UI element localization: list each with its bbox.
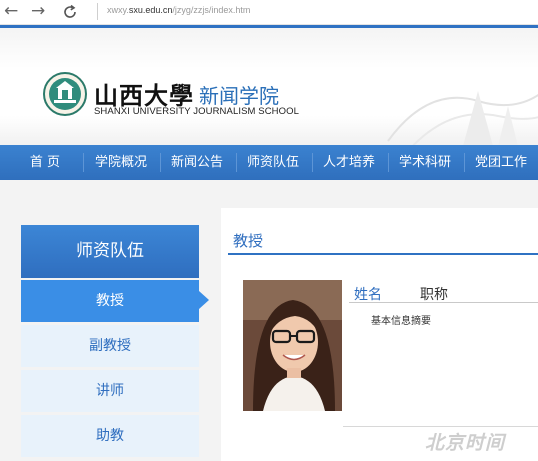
- section-underline: [228, 253, 538, 255]
- nav-faculty[interactable]: 师资队伍: [241, 145, 305, 180]
- nav-separator: [464, 153, 465, 172]
- school-name: 新闻学院: [199, 84, 279, 108]
- address-bar[interactable]: xwxy.sxu.edu.cn/jzyg/zzjs/index.htm: [107, 5, 250, 15]
- nav-separator: [83, 153, 84, 172]
- arrow-left-icon[interactable]: ←: [4, 0, 18, 24]
- url-separator: [97, 3, 98, 20]
- browser-toolbar: ← → xwxy.sxu.edu.cn/jzyg/zzjs/index.htm: [0, 0, 538, 25]
- sidebar-title: 师资队伍: [21, 225, 199, 278]
- sidebar-item-professor[interactable]: 教授: [21, 280, 199, 322]
- header-decoration: [387, 91, 538, 145]
- url-path: /jzyg/zzjs/index.htm: [172, 5, 251, 15]
- info-summary: 基本信息摘要: [371, 316, 431, 327]
- nav-news[interactable]: 新闻公告: [165, 145, 229, 180]
- watermark: 北京时间: [425, 432, 506, 454]
- field-divider: [349, 302, 538, 303]
- nav-separator: [160, 153, 161, 172]
- nav-separator: [312, 153, 313, 172]
- field-name-label[interactable]: 姓名: [354, 284, 382, 304]
- content-divider: [343, 426, 538, 427]
- nav-home[interactable]: 首 页: [14, 145, 76, 180]
- sidebar-item-associate-professor[interactable]: 副教授: [21, 325, 199, 367]
- section-title: 教授: [233, 232, 264, 250]
- nav-separator: [236, 153, 237, 172]
- sidebar-item-assistant[interactable]: 助教: [21, 415, 199, 457]
- arrow-right-icon[interactable]: →: [31, 0, 45, 24]
- url-domain: sxu.edu.cn: [128, 5, 173, 15]
- reload-icon[interactable]: [62, 0, 80, 24]
- nav-research[interactable]: 学术科研: [393, 145, 457, 180]
- active-indicator-arrow: [199, 291, 209, 309]
- university-logo-icon: [43, 72, 87, 116]
- sidebar-item-lecturer[interactable]: 讲师: [21, 370, 199, 412]
- url-prefix: xwxy.: [107, 5, 129, 15]
- nav-separator: [388, 153, 389, 172]
- nav-training[interactable]: 人才培养: [317, 145, 381, 180]
- main-nav: 首 页 学院概况 新闻公告 师资队伍 人才培养 学术科研 党团工作: [0, 145, 538, 180]
- nav-party[interactable]: 党团工作: [469, 145, 533, 180]
- school-english-name: SHANXI UNIVERSITY JOURNALISM SCHOOL: [94, 106, 299, 117]
- field-title-label: 职称: [420, 287, 448, 303]
- nav-about[interactable]: 学院概况: [89, 145, 153, 180]
- faculty-photo[interactable]: [243, 280, 342, 411]
